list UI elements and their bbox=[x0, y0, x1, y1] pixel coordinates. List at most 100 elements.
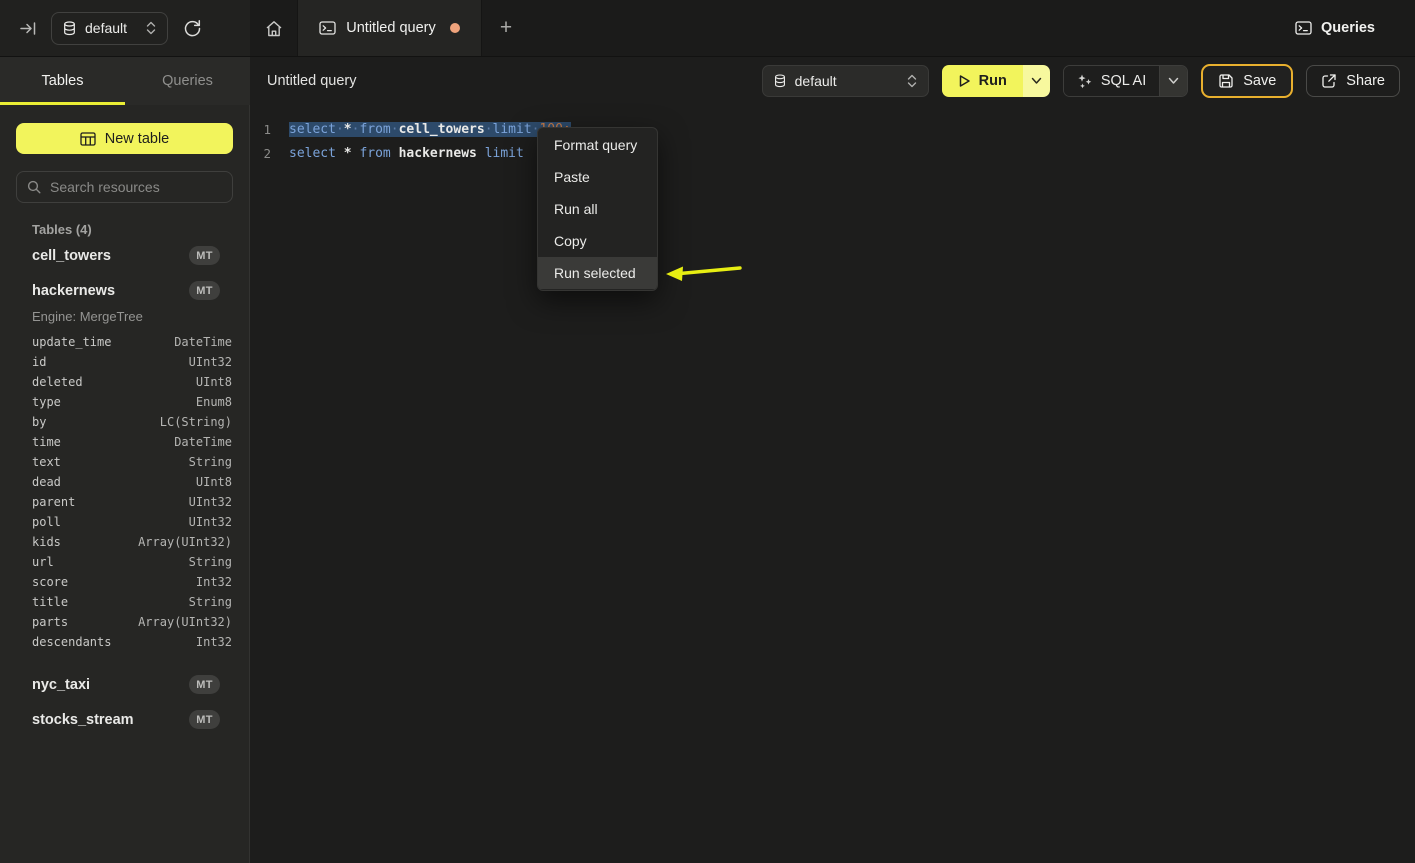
tab-queries[interactable]: Queries bbox=[125, 57, 250, 105]
code-text: select·*·from·cell_towers·limit·100; bbox=[289, 118, 571, 142]
new-tab-button[interactable]: + bbox=[482, 0, 530, 56]
home-button[interactable] bbox=[250, 0, 297, 56]
tables-section-header: Tables (4) bbox=[32, 222, 249, 237]
table-grid-icon bbox=[80, 132, 96, 146]
topbar-spacer bbox=[530, 0, 1295, 56]
share-button[interactable]: Share bbox=[1306, 65, 1400, 97]
editor-code[interactable]: 1select·*·from·cell_towers·limit·100;2se… bbox=[250, 105, 1415, 863]
sql-ai-label: SQL AI bbox=[1101, 73, 1146, 89]
token: * bbox=[344, 146, 352, 161]
column-name: by bbox=[32, 415, 160, 429]
column-type: UInt8 bbox=[196, 375, 232, 389]
new-table-label: New table bbox=[105, 131, 169, 147]
menu-item-copy[interactable]: Copy bbox=[538, 225, 657, 257]
sparkles-icon bbox=[1077, 74, 1092, 89]
menu-item-run-selected[interactable]: Run selected bbox=[538, 257, 657, 289]
column-row: byLC(String) bbox=[0, 412, 249, 432]
search-box bbox=[16, 171, 233, 203]
sidebar-tabs: Tables Queries bbox=[0, 57, 250, 105]
column-name: poll bbox=[32, 515, 189, 529]
toolbar-database-value: default bbox=[795, 73, 837, 89]
sql-ai-options-button[interactable] bbox=[1159, 66, 1187, 96]
column-type: Array(UInt32) bbox=[138, 535, 232, 549]
token: select bbox=[289, 146, 336, 161]
unsaved-indicator bbox=[450, 23, 460, 33]
collapse-sidebar-icon[interactable] bbox=[20, 22, 37, 35]
queries-button[interactable]: Queries bbox=[1295, 0, 1415, 56]
column-name: id bbox=[32, 355, 189, 369]
column-name: text bbox=[32, 455, 189, 469]
run-options-button[interactable] bbox=[1023, 65, 1050, 97]
column-type: LC(String) bbox=[160, 415, 232, 429]
context-menu: Format queryPasteRun allCopyRun selected bbox=[537, 127, 658, 291]
menu-item-format-query[interactable]: Format query bbox=[538, 129, 657, 161]
toolbar-database-selector[interactable]: default bbox=[762, 65, 929, 97]
engine-badge: MT bbox=[189, 281, 220, 300]
topbar: default bbox=[0, 0, 1415, 57]
tab-tables[interactable]: Tables bbox=[0, 57, 125, 105]
token: · bbox=[485, 122, 493, 137]
engine-badge: MT bbox=[189, 675, 220, 694]
new-table-button[interactable]: New table bbox=[16, 123, 233, 154]
database-icon bbox=[774, 74, 786, 88]
column-name: time bbox=[32, 435, 174, 449]
search-input[interactable] bbox=[50, 179, 222, 195]
column-name: parent bbox=[32, 495, 189, 509]
sidebar: New table Tables (4) cell_towersMThacker… bbox=[0, 105, 250, 863]
table-name: stocks_stream bbox=[32, 712, 189, 728]
save-label: Save bbox=[1243, 73, 1276, 89]
column-name: deleted bbox=[32, 375, 196, 389]
topbar-left: default bbox=[0, 0, 250, 56]
column-row: scoreInt32 bbox=[0, 572, 249, 592]
column-type: UInt32 bbox=[189, 495, 232, 509]
table-name: nyc_taxi bbox=[32, 677, 189, 693]
toolbar-controls: default Run bbox=[762, 64, 1415, 98]
code-line[interactable]: 2select * from hackernews limit bbox=[250, 142, 1415, 166]
chevron-updown-icon bbox=[146, 21, 156, 35]
column-type: UInt32 bbox=[189, 355, 232, 369]
column-type: String bbox=[189, 555, 232, 569]
database-selector-value: default bbox=[85, 20, 127, 36]
column-row: deletedUInt8 bbox=[0, 372, 249, 392]
column-row: urlString bbox=[0, 552, 249, 572]
token: · bbox=[336, 122, 344, 137]
save-button[interactable]: Save bbox=[1201, 64, 1293, 98]
column-row: typeEnum8 bbox=[0, 392, 249, 412]
code-line[interactable]: 1select·*·from·cell_towers·limit·100; bbox=[250, 118, 1415, 142]
queries-icon bbox=[1295, 21, 1312, 35]
tables-list: cell_towersMThackernewsMTEngine: MergeTr… bbox=[0, 239, 249, 736]
table-row[interactable]: cell_towersMT bbox=[0, 239, 249, 272]
table-columns: update_timeDateTimeidUInt32deletedUInt8t… bbox=[0, 330, 249, 660]
menu-item-paste[interactable]: Paste bbox=[538, 161, 657, 193]
spacer bbox=[0, 660, 249, 666]
search-icon bbox=[27, 180, 41, 194]
run-label: Run bbox=[979, 73, 1007, 89]
sql-ai-button-group: SQL AI bbox=[1063, 65, 1188, 97]
table-row[interactable]: stocks_streamMT bbox=[0, 703, 249, 736]
terminal-icon bbox=[319, 21, 336, 35]
play-icon bbox=[958, 74, 971, 88]
sql-ai-button[interactable]: SQL AI bbox=[1064, 66, 1159, 96]
chevron-updown-icon bbox=[907, 74, 917, 88]
run-button[interactable]: Run bbox=[942, 65, 1023, 97]
table-row[interactable]: hackernewsMT bbox=[0, 274, 249, 307]
column-name: title bbox=[32, 595, 189, 609]
topbar-database-selector[interactable]: default bbox=[51, 12, 168, 45]
token: limit bbox=[493, 122, 532, 137]
queries-label: Queries bbox=[1321, 20, 1375, 36]
column-row: textString bbox=[0, 452, 249, 472]
menu-item-run-all[interactable]: Run all bbox=[538, 193, 657, 225]
column-row: idUInt32 bbox=[0, 352, 249, 372]
column-row: update_timeDateTime bbox=[0, 332, 249, 352]
column-type: Int32 bbox=[196, 575, 232, 589]
token bbox=[336, 146, 344, 161]
share-icon bbox=[1321, 73, 1337, 89]
table-row[interactable]: nyc_taxiMT bbox=[0, 668, 249, 701]
token: limit bbox=[485, 146, 524, 161]
refresh-icon[interactable] bbox=[183, 19, 202, 38]
column-row: deadUInt8 bbox=[0, 472, 249, 492]
tab-untitled-query[interactable]: Untitled query bbox=[297, 0, 482, 56]
column-name: url bbox=[32, 555, 189, 569]
column-name: descendants bbox=[32, 635, 196, 649]
column-row: descendantsInt32 bbox=[0, 632, 249, 652]
